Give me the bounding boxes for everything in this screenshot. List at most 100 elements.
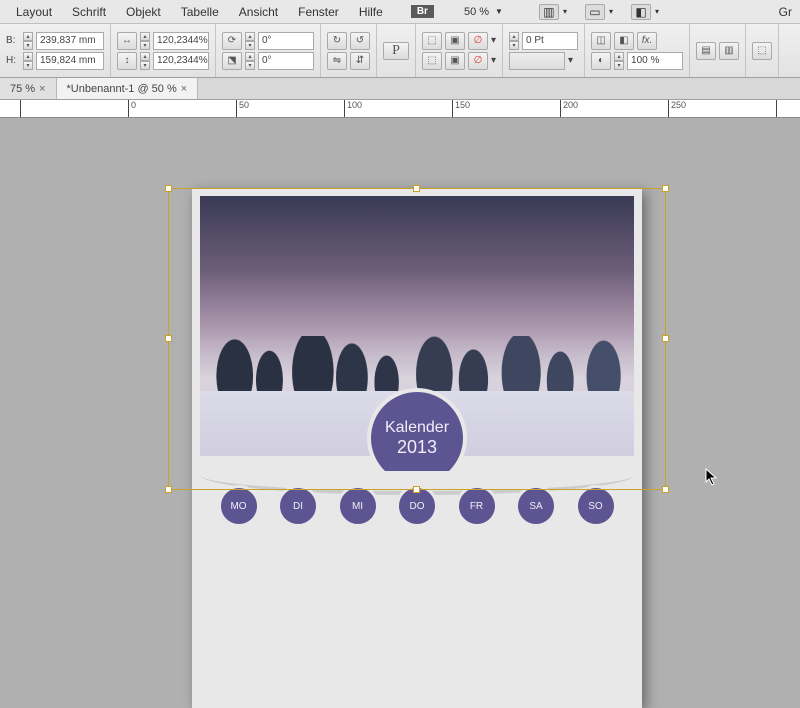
fill-stroke-group: ⬚ ▣ ∅▾ ⬚ ▣ ∅▾	[416, 24, 503, 77]
selection-handle-tr[interactable]	[662, 185, 669, 192]
ruler-tick: 50	[236, 100, 249, 118]
width-input[interactable]: 239,837 mm	[36, 32, 104, 50]
height-label: H:	[6, 55, 20, 66]
shear-stepper[interactable]: ▴▾	[245, 52, 255, 70]
opacity-stepper[interactable]: ▴▾	[614, 52, 624, 70]
crop-group: ⬚	[746, 24, 779, 77]
stroke-weight-group: ▴▾ 0 Pt ▾	[503, 24, 585, 77]
stroke-weight-input[interactable]: 0 Pt	[522, 32, 578, 50]
chevron-down-icon: ▾	[491, 55, 496, 66]
scale-y-icon: ↕	[117, 52, 137, 70]
day-mi[interactable]: MI	[337, 485, 379, 527]
content-select-icon[interactable]: ▣	[445, 32, 465, 50]
text-frame-group: ▤▥	[690, 24, 746, 77]
text-wrap-group: P	[377, 24, 416, 77]
rotate-icon: ⟳	[222, 32, 242, 50]
scale-x-input[interactable]: 120,2344%	[153, 32, 209, 50]
tab-unbenannt[interactable]: *Unbenannt-1 @ 50 % ×	[57, 78, 199, 99]
selection-handle-bl[interactable]	[165, 486, 172, 493]
content-select-icon-2[interactable]: ▣	[445, 52, 465, 70]
chevron-down-icon: ▾	[491, 35, 496, 46]
rotate-cw-button[interactable]: ↻	[327, 32, 347, 50]
char-icon[interactable]: P	[383, 42, 409, 60]
opacity-input[interactable]: 100 %	[627, 52, 683, 70]
day-so[interactable]: SO	[575, 485, 617, 527]
fx-button[interactable]: fx.	[637, 32, 657, 50]
fill-none-icon[interactable]: ∅	[468, 32, 488, 50]
flip-h-button[interactable]: ⇋	[327, 52, 347, 70]
rotate-ccw-button[interactable]: ↺	[350, 32, 370, 50]
chevron-down-icon: ▾	[609, 7, 613, 16]
selection-handle-ml[interactable]	[165, 335, 172, 342]
day-fr[interactable]: FR	[456, 485, 498, 527]
menu-window[interactable]: Fenster	[290, 3, 347, 21]
day-di[interactable]: DI	[277, 485, 319, 527]
zoom-selector[interactable]: 50 % ▼	[460, 6, 507, 18]
menu-table[interactable]: Tabelle	[173, 3, 227, 21]
dimensions-group: B: ▴▾ 239,837 mm H: ▴▾ 159,824 mm	[0, 24, 111, 77]
text-frame-icon-2[interactable]: ▥	[719, 42, 739, 60]
shear-icon: ⬔	[222, 52, 242, 70]
shear-input[interactable]: 0°	[258, 52, 314, 70]
ruler-tick: 100	[344, 100, 362, 118]
text-frame-icon-1[interactable]: ▤	[696, 42, 716, 60]
width-stepper[interactable]: ▴▾	[23, 32, 33, 50]
selection-handle-tl[interactable]	[165, 185, 172, 192]
flip-v-button[interactable]: ⇵	[350, 52, 370, 70]
selection-handle-mr[interactable]	[662, 335, 669, 342]
opacity-icon: ◐	[591, 52, 611, 70]
tab-75pct[interactable]: 75 % ×	[0, 78, 57, 99]
selection-handle-tc[interactable]	[413, 185, 420, 192]
selection-frame[interactable]	[168, 188, 666, 490]
effects-icon-2[interactable]: ◧	[614, 32, 634, 50]
close-icon[interactable]: ×	[181, 83, 187, 95]
rotate-input[interactable]: 0°	[258, 32, 314, 50]
container-select-icon[interactable]: ⬚	[422, 32, 442, 50]
ruler-tick: 250	[668, 100, 686, 118]
stroke-style-select[interactable]	[509, 52, 565, 70]
container-select-icon-2[interactable]: ⬚	[422, 52, 442, 70]
width-label: B:	[6, 35, 20, 46]
scale-y-input[interactable]: 120,2344%	[153, 52, 209, 70]
height-input[interactable]: 159,824 mm	[36, 52, 104, 70]
view-mode-icon-2[interactable]: ▭	[585, 4, 605, 20]
mouse-cursor	[705, 468, 719, 486]
tab-label: *Unbenannt-1 @ 50 %	[67, 83, 177, 95]
scale-y-stepper[interactable]: ▴▾	[140, 52, 150, 70]
tab-label: 75 %	[10, 83, 35, 95]
stroke-none-icon[interactable]: ∅	[468, 52, 488, 70]
menu-view[interactable]: Ansicht	[231, 3, 286, 21]
effects-icon-1[interactable]: ◫	[591, 32, 611, 50]
view-mode-icon-1[interactable]: ▥	[539, 4, 559, 20]
ruler-tick	[20, 100, 23, 118]
chevron-down-icon: ▾	[655, 7, 659, 16]
ruler-tick: 150	[452, 100, 470, 118]
menu-help[interactable]: Hilfe	[351, 3, 391, 21]
document-tabs: 75 % × *Unbenannt-1 @ 50 % ×	[0, 78, 800, 100]
rotate-group: ⟳ ▴▾ 0° ⬔ ▴▾ 0°	[216, 24, 321, 77]
menu-object[interactable]: Objekt	[118, 3, 169, 21]
scale-group: ↔ ▴▾ 120,2344% ↕ ▴▾ 120,2344%	[111, 24, 216, 77]
height-stepper[interactable]: ▴▾	[23, 52, 33, 70]
control-panel: B: ▴▾ 239,837 mm H: ▴▾ 159,824 mm ↔ ▴▾ 1…	[0, 24, 800, 78]
document-canvas[interactable]: Kalender 2013 MO DI MI DO FR SA SO	[0, 118, 800, 600]
rotate-stepper[interactable]: ▴▾	[245, 32, 255, 50]
stroke-stepper[interactable]: ▴▾	[509, 32, 519, 50]
chevron-down-icon: ▾	[563, 7, 567, 16]
bridge-badge[interactable]: Br	[411, 5, 434, 18]
selection-handle-br[interactable]	[662, 486, 669, 493]
menu-bar: Layout Schrift Objekt Tabelle Ansicht Fe…	[0, 0, 800, 24]
right-menu-label: Gr	[779, 5, 792, 19]
view-mode-icon-3[interactable]: ◧	[631, 4, 651, 20]
horizontal-ruler[interactable]: 0 50 100 150 200 250	[0, 100, 800, 118]
crop-icon[interactable]: ⬚	[752, 42, 772, 60]
day-mo[interactable]: MO	[218, 485, 260, 527]
close-icon[interactable]: ×	[39, 83, 45, 95]
chevron-down-icon: ▼	[495, 7, 503, 16]
day-sa[interactable]: SA	[515, 485, 557, 527]
menu-layout[interactable]: Layout	[8, 3, 60, 21]
flip-group: ↻↺ ⇋⇵	[321, 24, 377, 77]
selection-handle-bc[interactable]	[413, 486, 420, 493]
scale-x-stepper[interactable]: ▴▾	[140, 32, 150, 50]
menu-font[interactable]: Schrift	[64, 3, 114, 21]
